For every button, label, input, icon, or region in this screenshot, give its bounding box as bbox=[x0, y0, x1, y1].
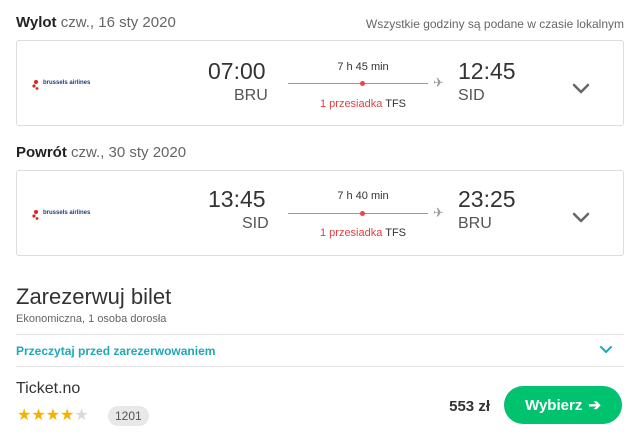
brussels-airlines-logo-icon bbox=[32, 210, 39, 220]
star-empty-icon: ★ bbox=[74, 407, 89, 424]
outbound-date: czw., 16 sty 2020 bbox=[60, 14, 176, 31]
arrival-airport: SID bbox=[458, 87, 485, 104]
local-time-note: Wszystkie godziny są podane w czasie lok… bbox=[365, 17, 624, 31]
route-line bbox=[288, 213, 428, 214]
rating-stars: ★★★★★ bbox=[17, 407, 89, 425]
provider-name: Ticket.no bbox=[16, 380, 81, 397]
airline-name: brussels airlines bbox=[43, 210, 91, 216]
route-line bbox=[288, 83, 428, 84]
departure-time: 13:45 bbox=[208, 186, 266, 212]
plane-icon: ✈ bbox=[433, 205, 444, 220]
outbound-label: Wylot bbox=[16, 14, 57, 31]
departure-airport: BRU bbox=[234, 87, 268, 104]
brussels-airlines-logo-icon bbox=[32, 80, 39, 90]
choose-button-label: Wybierz bbox=[525, 396, 583, 414]
flight-duration: 7 h 40 min bbox=[337, 190, 389, 202]
airline-logo: brussels airlines bbox=[31, 79, 101, 91]
read-before-booking-link[interactable]: Przeczytaj przed zarezerwowaniem bbox=[16, 344, 215, 358]
outbound-header: Wylot czw., 16 sty 2020 bbox=[16, 14, 176, 31]
plane-icon: ✈ bbox=[433, 75, 444, 90]
airline-logo: brussels airlines bbox=[31, 209, 101, 221]
stop-airport: TFS bbox=[385, 227, 406, 239]
stops-info: 1 przesiadka TFS bbox=[288, 98, 438, 110]
arrival-airport: BRU bbox=[458, 215, 492, 232]
return-label: Powrót bbox=[16, 144, 67, 161]
arrival-time: 23:25 bbox=[458, 186, 516, 212]
return-header: Powrót czw., 30 sty 2020 bbox=[16, 144, 186, 161]
choose-button[interactable]: Wybierz ➔ bbox=[504, 386, 622, 424]
airline-name: brussels airlines bbox=[43, 80, 91, 86]
departure-time: 07:00 bbox=[208, 58, 266, 84]
divider bbox=[16, 334, 624, 335]
booking-subtitle: Ekonomiczna, 1 osoba dorosła bbox=[16, 313, 167, 325]
star-icon: ★ bbox=[45, 407, 61, 424]
arrow-right-icon: ➔ bbox=[588, 397, 601, 414]
stops-count: 1 przesiadka bbox=[319, 98, 383, 110]
return-date: czw., 30 sty 2020 bbox=[71, 144, 187, 161]
price: 553 zł bbox=[449, 398, 490, 415]
departure-airport: SID bbox=[242, 215, 269, 232]
stops-info: 1 przesiadka TFS bbox=[288, 227, 438, 239]
stops-count: 1 przesiadka bbox=[319, 227, 383, 239]
booking-title: Zarezerwuj bilet bbox=[16, 284, 172, 309]
stop-airport: TFS bbox=[385, 98, 406, 110]
star-icon: ★ bbox=[31, 407, 46, 424]
star-icon: ★ bbox=[60, 407, 75, 424]
stop-dot bbox=[360, 211, 365, 216]
outbound-flight-card[interactable]: brussels airlines 07:00 BRU 7 h 45 min ✈… bbox=[16, 40, 624, 126]
star-icon: ★ bbox=[17, 407, 32, 424]
arrival-time: 12:45 bbox=[458, 58, 516, 84]
chevron-down-icon[interactable] bbox=[571, 82, 591, 96]
chevron-down-icon[interactable] bbox=[571, 211, 591, 225]
review-count-badge: 1201 bbox=[108, 406, 149, 426]
stop-dot bbox=[360, 81, 365, 86]
chevron-down-icon[interactable] bbox=[598, 344, 614, 356]
return-flight-card[interactable]: brussels airlines 13:45 SID 7 h 40 min ✈… bbox=[16, 170, 624, 256]
divider bbox=[16, 366, 624, 367]
flight-duration: 7 h 45 min bbox=[337, 61, 389, 73]
